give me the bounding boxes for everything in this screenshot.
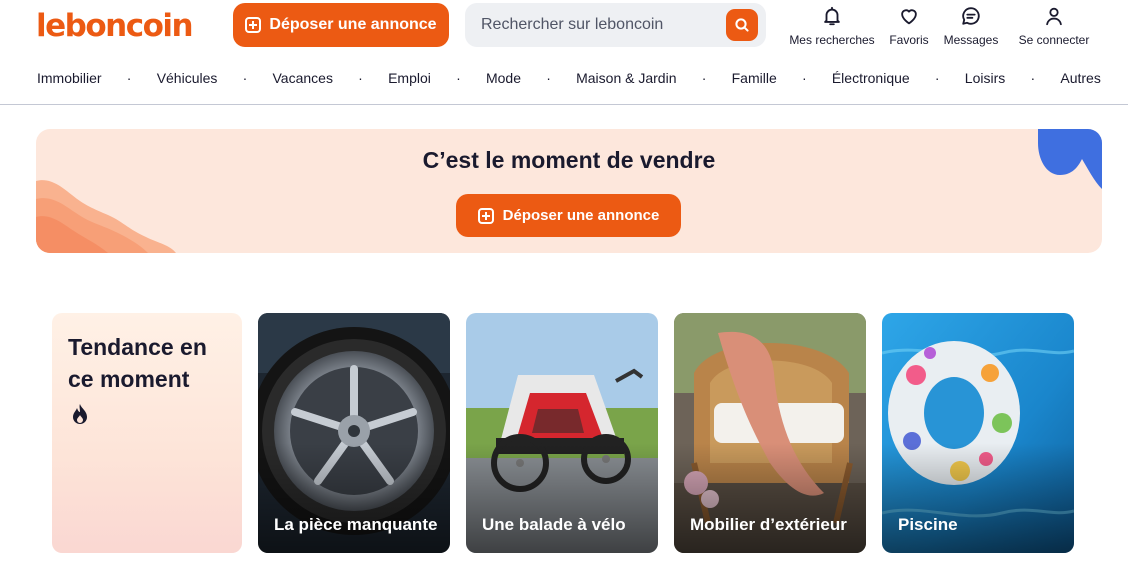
card-piece-manquante[interactable]: La pièce manquante [258, 313, 450, 553]
plus-square-icon [245, 17, 262, 33]
bell-icon [824, 6, 840, 26]
card-mobilier-exterieur[interactable]: Mobilier d’extérieur [674, 313, 866, 553]
category-electronique[interactable]: Électronique [832, 70, 910, 86]
deposit-ad-button[interactable]: Déposer une annonce [233, 3, 449, 47]
flame-icon [73, 404, 87, 424]
category-vehicules[interactable]: Véhicules [157, 70, 218, 86]
card-title: Piscine [898, 515, 958, 534]
deposit-ad-label: Déposer une annonce [269, 16, 437, 33]
category-loisirs[interactable]: Loisirs [965, 70, 1005, 86]
card-title: Une balade à vélo [482, 515, 626, 534]
category-separator: · [126, 70, 132, 86]
nav-favoris[interactable]: Favoris [884, 4, 934, 47]
category-emploi[interactable]: Emploi [388, 70, 431, 86]
search-input[interactable]: Rechercher sur leboncoin [481, 16, 663, 34]
heart-icon [901, 9, 917, 25]
category-separator: · [242, 70, 248, 86]
nav-label: Favoris [889, 33, 929, 47]
nav-se-connecter[interactable]: Se connecter [1016, 4, 1092, 47]
category-separator: · [934, 70, 940, 86]
nav-label: Se connecter [1018, 33, 1090, 47]
card-title: Mobilier d’extérieur [690, 515, 847, 534]
category-maison-jardin[interactable]: Maison & Jardin [576, 70, 676, 86]
search-icon [735, 18, 749, 32]
nav-messages[interactable]: Messages [942, 4, 1000, 47]
nav-mes-recherches[interactable]: Mes recherches [789, 4, 875, 47]
category-separator: · [801, 70, 807, 86]
category-immobilier[interactable]: Immobilier [37, 70, 102, 86]
card-piscine[interactable]: Piscine [882, 313, 1074, 553]
banner-title: C’est le moment de vendre [422, 147, 716, 173]
category-mode[interactable]: Mode [486, 70, 521, 86]
plus-square-icon [477, 207, 494, 224]
search-bar[interactable]: Rechercher sur leboncoin [465, 3, 766, 47]
category-vacances[interactable]: Vacances [273, 70, 333, 86]
category-separator: · [546, 70, 551, 86]
banner-deposit-label: Déposer une annonce [502, 207, 660, 224]
category-separator: · [1030, 70, 1036, 86]
trending-title: Tendance en ce moment [68, 334, 207, 392]
search-button[interactable] [726, 9, 758, 41]
category-famille[interactable]: Famille [732, 70, 777, 86]
category-separator: · [456, 70, 461, 86]
header-divider [0, 104, 1128, 105]
chat-icon [962, 7, 980, 25]
category-bar: Immobilier · Véhicules · Vacances · Empl… [37, 70, 1101, 86]
user-icon [1046, 7, 1062, 26]
card-title: La pièce manquante [274, 515, 438, 534]
sell-banner: C’est le moment de vendre Déposer une an… [36, 129, 1102, 253]
nav-label: Mes recherches [789, 33, 875, 47]
nav-label: Messages [943, 33, 999, 47]
category-autres[interactable]: Autres [1060, 70, 1100, 86]
card-balade-velo[interactable]: Une balade à vélo [466, 313, 658, 553]
category-separator: · [358, 70, 363, 86]
banner-deposit-button[interactable]: Déposer une annonce [456, 194, 681, 237]
trending-card: Tendance en ce moment [52, 313, 242, 553]
category-separator: · [701, 70, 707, 86]
leboncoin-logo[interactable]: leboncoin [36, 6, 194, 46]
